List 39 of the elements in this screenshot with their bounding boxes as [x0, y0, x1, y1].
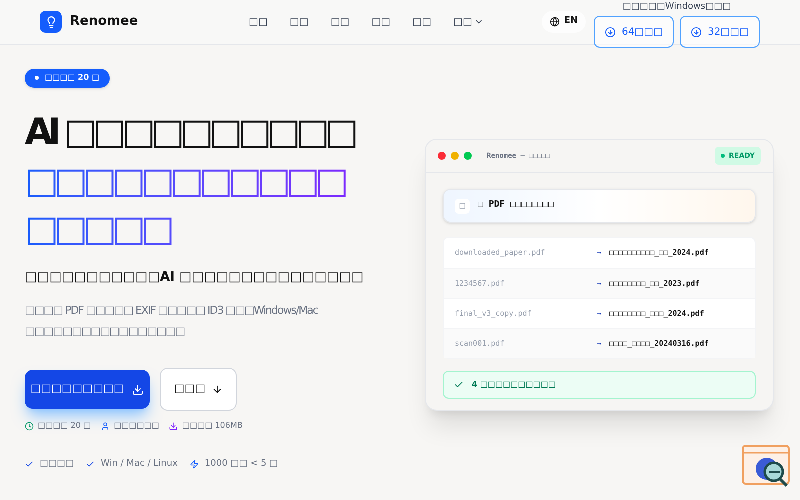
lightning-icon [190, 460, 199, 470]
clock-icon [25, 422, 34, 430]
download-icon [132, 384, 144, 396]
brand-name: Renomee [70, 13, 138, 32]
arrow-down-icon [212, 384, 223, 395]
globe-icon [550, 17, 560, 27]
download-icon [690, 26, 702, 38]
feature-text: □□□□ [40, 458, 74, 471]
download-button[interactable]: 64□□□ [594, 16, 674, 48]
success-text: 4 □□□□□□□□□□ [472, 379, 556, 391]
check-icon [86, 460, 96, 470]
check-icon [454, 380, 464, 390]
download-icon [604, 26, 616, 38]
nav-link[interactable]: □□ [290, 14, 309, 30]
feature-text: 1000 □□ < 5 □ [204, 458, 278, 471]
language-button[interactable]: EN [542, 11, 586, 33]
download-icon [169, 422, 178, 430]
nav-link[interactable]: □□ [330, 14, 350, 30]
badge-text: □□□□ 20 □ [45, 72, 100, 84]
secondary-button[interactable]: □□□ [160, 368, 237, 411]
download-note: □□□□□Windows□□□ [622, 1, 732, 13]
download-button[interactable]: 32□□□ [680, 16, 760, 48]
subtitle: □□□□□□□□□□□AI □□□□□□□□□□□□□□□ [25, 268, 365, 286]
meta-text: □□□□ 106MB [182, 420, 243, 432]
meta-text: □□□□ 20 □ [38, 420, 92, 432]
headline: AI □□□□□□□□□□ [25, 110, 356, 154]
nav-link[interactable]: □□ [412, 14, 432, 30]
check-icon [25, 460, 34, 470]
description: □□□□ PDF □□□□□ EXIF □□□□□ ID3 □□□Windows/Mac □□□□□□□□□□□□□□□□□ [25, 303, 320, 340]
nav-link[interactable]: □□ [454, 14, 484, 30]
feature-text: Win / Mac / Linux [101, 458, 178, 471]
magnifier-widget-icon[interactable] [742, 445, 792, 489]
meta-text: □□□□□□ [114, 420, 160, 432]
nav-link[interactable]: □□ [372, 14, 391, 30]
drop-text: □ PDF □□□□□□□□ [478, 199, 554, 212]
user-icon [101, 422, 110, 430]
logo-icon [40, 11, 62, 33]
nav-link[interactable]: □□ [249, 14, 268, 30]
primary-download-button[interactable]: □□□□□□□□□ [25, 370, 150, 409]
